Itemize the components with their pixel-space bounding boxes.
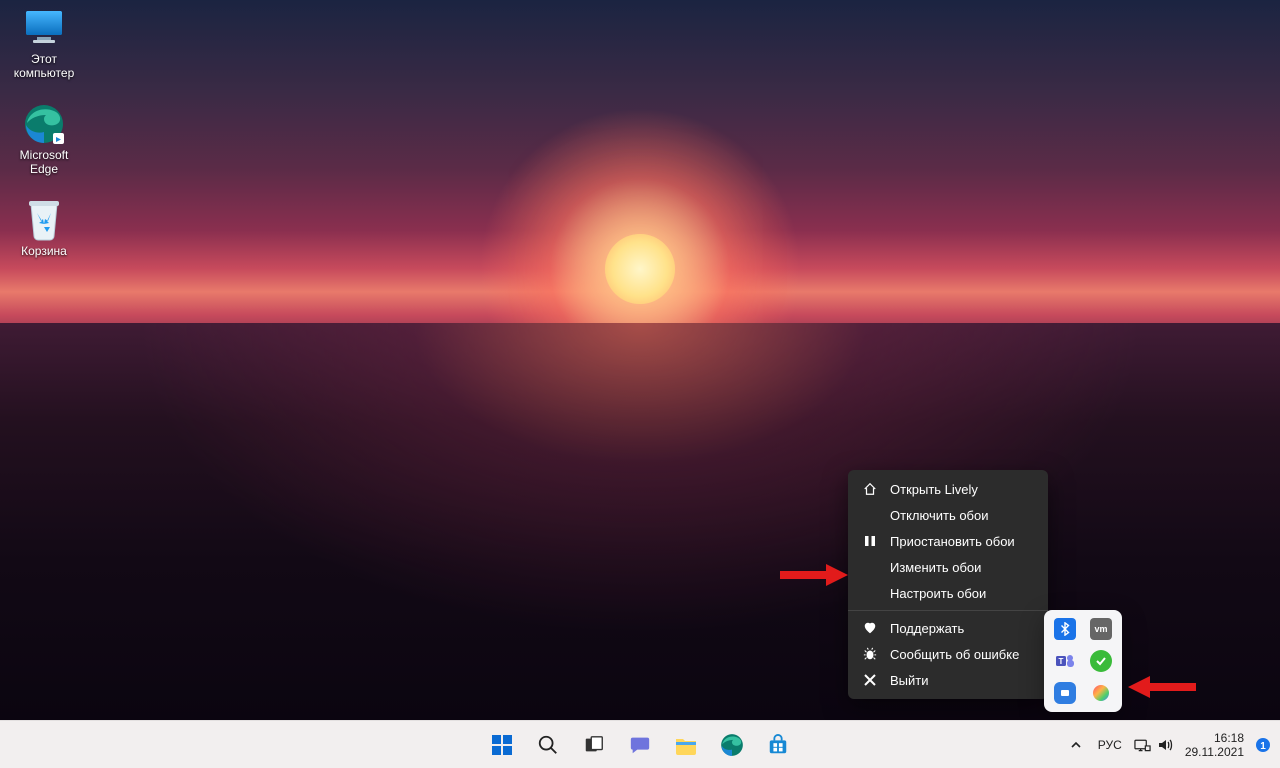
tray-chevron-up[interactable] (1062, 729, 1090, 761)
tray-teams-icon[interactable]: T (1054, 650, 1076, 672)
ctx-pause-wallpaper[interactable]: Приостановить обои (848, 528, 1048, 554)
chat-button[interactable] (620, 725, 660, 765)
edge-button[interactable] (712, 725, 752, 765)
ctx-label: Поддержать (890, 621, 964, 636)
ctx-label: Приостановить обои (890, 534, 1015, 549)
ctx-disable-wallpaper[interactable]: Отключить обои (848, 502, 1048, 528)
store-button[interactable] (758, 725, 798, 765)
taskbar-center (482, 725, 798, 765)
tray-overflow-popup: vm T (1044, 610, 1122, 712)
desktop-icon-edge[interactable]: Microsoft Edge (6, 102, 82, 176)
ctx-report-bug[interactable]: Сообщить об ошибке (848, 641, 1048, 667)
taskbar-clock[interactable]: 16:18 29.11.2021 (1185, 731, 1244, 759)
start-button[interactable] (482, 725, 522, 765)
ctx-change-wallpaper[interactable]: Изменить обои (848, 554, 1048, 580)
ctx-separator (848, 610, 1048, 611)
desktop-icon-label: Этот компьютер (6, 52, 82, 80)
edge-icon (22, 102, 66, 146)
taskview-button[interactable] (574, 725, 614, 765)
taskbar: РУС 16:18 29.11.2021 1 (0, 720, 1280, 768)
desktop-icon-this-pc[interactable]: Этот компьютер (6, 6, 82, 80)
language-indicator[interactable]: РУС (1098, 738, 1122, 752)
ctx-label: Отключить обои (890, 508, 989, 523)
ctx-exit[interactable]: Выйти (848, 667, 1048, 693)
tray-app-blue-icon[interactable] (1054, 682, 1076, 704)
tray-shield-ok-icon[interactable] (1090, 650, 1112, 672)
svg-text:1: 1 (1260, 741, 1266, 752)
ctx-label: Открыть Lively (890, 482, 978, 497)
ctx-support[interactable]: Поддержать (848, 615, 1048, 641)
network-icon (1134, 737, 1151, 753)
heart-icon (862, 620, 878, 636)
explorer-button[interactable] (666, 725, 706, 765)
desktop-icon-label: Microsoft Edge (6, 148, 82, 176)
notifications-button[interactable]: 1 (1252, 729, 1274, 761)
ctx-label: Сообщить об ошибке (890, 647, 1019, 662)
ctx-open-lively[interactable]: Открыть Lively (848, 476, 1048, 502)
tray-lively-icon[interactable] (1090, 682, 1112, 704)
bug-icon (862, 646, 878, 662)
search-button[interactable] (528, 725, 568, 765)
desktop-icon-label: Корзина (6, 244, 82, 258)
svg-text:T: T (1059, 657, 1064, 666)
tray-vmware-icon[interactable]: vm (1090, 618, 1112, 640)
monitor-icon (22, 6, 66, 50)
ctx-configure-wallpaper[interactable]: Настроить обои (848, 580, 1048, 606)
clock-date: 29.11.2021 (1185, 745, 1244, 759)
desktop-icon-recycle-bin[interactable]: Корзина (6, 198, 82, 258)
system-icons[interactable] (1130, 737, 1177, 753)
pause-icon (862, 533, 878, 549)
taskbar-right: РУС 16:18 29.11.2021 1 (1062, 721, 1274, 768)
volume-icon (1157, 737, 1173, 753)
home-icon (862, 481, 878, 497)
recycle-bin-icon (22, 198, 66, 242)
ctx-label: Изменить обои (890, 560, 981, 575)
clock-time: 16:18 (1185, 731, 1244, 745)
tray-bluetooth-icon[interactable] (1054, 618, 1076, 640)
lively-context-menu: Открыть Lively Отключить обои Приостанов… (848, 470, 1048, 699)
ctx-label: Настроить обои (890, 586, 986, 601)
ctx-label: Выйти (890, 673, 929, 688)
close-icon (862, 672, 878, 688)
